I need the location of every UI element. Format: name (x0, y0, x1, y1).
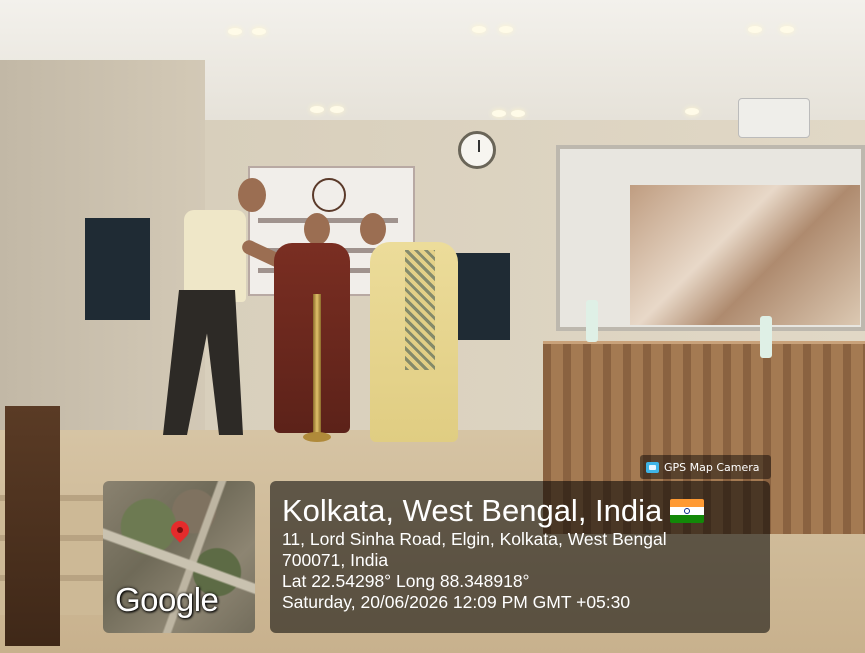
ceiling-light (252, 28, 266, 35)
google-logo: Google (115, 581, 219, 618)
gps-map-camera-icon (646, 461, 659, 473)
location-pin-icon (167, 517, 193, 543)
head (304, 213, 330, 245)
college-seal-icon (312, 178, 346, 212)
brass-lamp (313, 294, 321, 440)
ceiling-light (228, 28, 242, 35)
projector (738, 98, 810, 138)
gps-map-camera-tag: GPS Map Camera (640, 455, 771, 479)
projection-screen (556, 145, 865, 331)
ceiling-light (499, 26, 513, 33)
projected-slide (630, 185, 860, 325)
ceiling-light (330, 106, 344, 113)
water-bottle (586, 300, 598, 342)
event-photo: GPS Map Camera Google Kolkata, West Beng… (0, 0, 865, 653)
location-title-row: Kolkata, West Bengal, India (282, 493, 758, 529)
checked-shirt (184, 210, 246, 302)
ceiling-light (511, 110, 525, 117)
water-bottle (760, 316, 772, 358)
ceiling-light (748, 26, 762, 33)
saree (274, 243, 350, 433)
wall-panel (85, 218, 150, 320)
ceiling-light (472, 26, 486, 33)
address-line-1: 11, Lord Sinha Road, Elgin, Kolkata, Wes… (282, 529, 667, 549)
ceiling-light (780, 26, 794, 33)
wall-clock-icon (458, 131, 496, 169)
gps-app-label: GPS Map Camera (664, 460, 760, 474)
ceiling-light (685, 108, 699, 115)
coordinates: Lat 22.54298° Long 88.348918° (282, 571, 530, 591)
location-info-box: Kolkata, West Bengal, India 11, Lord Sin… (270, 481, 770, 633)
location-title: Kolkata, West Bengal, India (282, 493, 663, 528)
head (238, 178, 266, 212)
head (360, 213, 386, 245)
location-map-thumbnail: Google (103, 481, 255, 633)
saree-border (405, 250, 435, 370)
india-flag-icon (670, 499, 705, 523)
datetime-stamp: Saturday, 20/06/2026 12:09 PM GMT +05:30 (282, 592, 631, 612)
side-table (5, 406, 60, 646)
address-line-2: 700071, India (282, 550, 389, 570)
ceiling-light (310, 106, 324, 113)
brass-lamp-base (303, 432, 331, 442)
ceiling-light (492, 110, 506, 117)
